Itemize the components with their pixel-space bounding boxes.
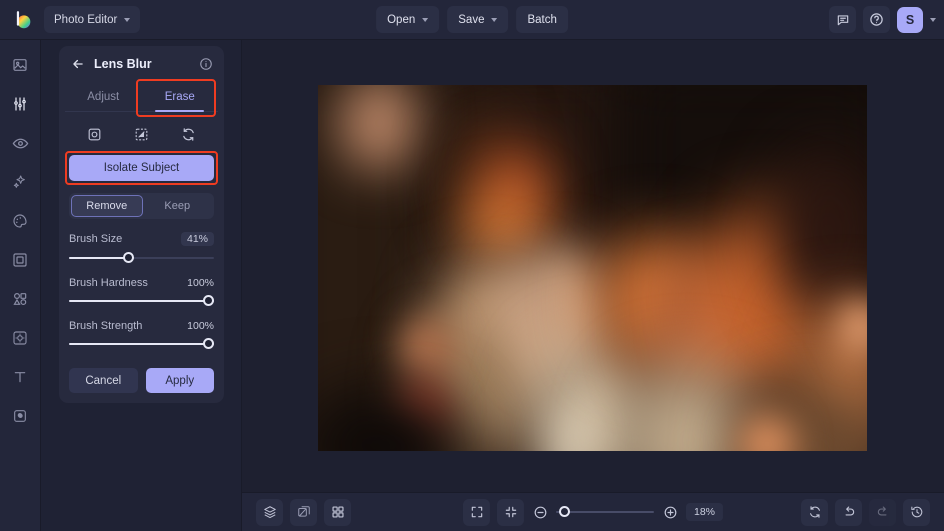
brush-hardness-track[interactable] — [69, 295, 214, 307]
brush-size-label: Brush Size — [69, 233, 123, 245]
sidebar-item-effects[interactable] — [6, 169, 34, 195]
slider-track-fill — [69, 300, 214, 302]
brush-hardness-slider: Brush Hardness 100% — [69, 277, 214, 307]
invert-mask-icon[interactable] — [130, 123, 154, 145]
chat-bubble-icon[interactable] — [829, 6, 856, 33]
layers-stack-icon[interactable] — [256, 498, 283, 526]
mode-keep-button[interactable]: Keep — [143, 195, 213, 217]
brush-size-handle[interactable] — [122, 252, 134, 263]
save-label: Save — [458, 13, 485, 26]
zoom-slider-handle[interactable] — [558, 506, 570, 517]
sidebar-item-retouch[interactable] — [6, 130, 34, 156]
slider-track-fill — [69, 257, 129, 259]
panel-header: Lens Blur — [59, 46, 224, 82]
tab-adjust[interactable]: Adjust — [65, 82, 142, 111]
panel-footer: Cancel Apply — [69, 368, 214, 393]
brush-strength-value: 100% — [187, 320, 214, 332]
reset-view-icon[interactable] — [801, 498, 828, 526]
zoom-slider[interactable] — [555, 505, 654, 519]
brush-size-track[interactable] — [69, 252, 214, 264]
canvas-stage[interactable] — [242, 40, 944, 492]
open-label: Open — [387, 13, 416, 26]
mode-selector[interactable]: Photo Editor — [44, 6, 141, 33]
zoom-controls: 18% — [462, 498, 724, 526]
brush-strength-slider: Brush Strength 100% — [69, 320, 214, 350]
top-header: Photo Editor Open Save Batch S — [0, 0, 944, 40]
bottom-right-tools — [801, 498, 930, 526]
sidebar-item-adjust[interactable] — [6, 91, 34, 117]
redo-icon[interactable] — [869, 498, 896, 526]
brush-hardness-value: 100% — [187, 277, 214, 289]
brush-strength-track[interactable] — [69, 338, 214, 350]
mask-tool-row — [59, 112, 224, 152]
batch-button[interactable]: Batch — [516, 6, 568, 33]
zoom-in-icon[interactable] — [661, 503, 679, 521]
undo-icon[interactable] — [835, 498, 862, 526]
chevron-down-icon — [124, 17, 131, 22]
erase-mode-toggle: Remove Keep — [69, 193, 214, 219]
image-preview[interactable] — [318, 85, 867, 451]
chevron-down-icon[interactable] — [930, 17, 936, 22]
compare-icon[interactable] — [290, 498, 317, 526]
zoom-out-icon[interactable] — [531, 503, 549, 521]
subject-mask-icon[interactable] — [83, 123, 107, 145]
left-sidebar — [0, 40, 41, 531]
mode-label: Photo Editor — [54, 13, 118, 26]
sidebar-item-text[interactable] — [6, 364, 34, 390]
header-right: S — [829, 6, 936, 33]
slider-track-fill — [69, 343, 214, 345]
chevron-down-icon — [422, 17, 429, 22]
fit-screen-icon[interactable] — [462, 498, 490, 526]
brush-strength-handle[interactable] — [203, 338, 214, 349]
grid-icon[interactable] — [324, 498, 351, 526]
back-arrow-icon[interactable] — [67, 53, 89, 75]
header-actions: Open Save Batch — [376, 6, 568, 33]
open-button[interactable]: Open — [376, 6, 440, 33]
page-title: Lens Blur — [94, 57, 152, 71]
tab-erase[interactable]: Erase — [142, 82, 219, 112]
sidebar-item-overlay[interactable] — [6, 325, 34, 351]
avatar-initial: S — [905, 12, 915, 27]
bottom-toolbar: 18% — [242, 492, 944, 531]
brush-size-slider: Brush Size 41% — [69, 232, 214, 264]
sidebar-item-color[interactable] — [6, 208, 34, 234]
collapse-icon[interactable] — [496, 498, 524, 526]
history-icon[interactable] — [903, 498, 930, 526]
info-circle-icon[interactable] — [196, 54, 216, 74]
sidebar-item-layers[interactable] — [6, 403, 34, 429]
bottom-left-tools — [256, 498, 351, 526]
chevron-down-icon — [491, 17, 498, 22]
sidebar-item-shapes[interactable] — [6, 286, 34, 312]
reset-icon[interactable] — [177, 123, 201, 145]
zoom-level-value[interactable]: 18% — [685, 503, 724, 521]
batch-label: Batch — [527, 13, 557, 26]
mode-remove-button[interactable]: Remove — [71, 195, 143, 217]
zoom-slider-track — [555, 511, 654, 513]
avatar[interactable]: S — [897, 6, 923, 33]
save-button[interactable]: Save — [447, 6, 509, 33]
brand-logo-icon[interactable] — [8, 5, 38, 35]
apply-button[interactable]: Apply — [145, 368, 214, 393]
brush-size-value: 41% — [180, 232, 214, 246]
lens-blur-panel: Lens Blur Adjust Erase Isolate Subject R… — [59, 46, 224, 403]
cancel-button[interactable]: Cancel — [69, 368, 138, 393]
brush-hardness-handle[interactable] — [203, 295, 214, 306]
brush-hardness-label: Brush Hardness — [69, 277, 148, 289]
brush-strength-label: Brush Strength — [69, 320, 143, 332]
help-circle-icon[interactable] — [863, 6, 890, 33]
sidebar-item-image[interactable] — [6, 52, 34, 78]
sidebar-item-frame[interactable] — [6, 247, 34, 273]
tool-panel-column: Lens Blur Adjust Erase Isolate Subject R… — [41, 40, 242, 531]
app-root: Photo Editor Open Save Batch S Lens Blur… — [0, 0, 944, 531]
isolate-subject-button[interactable]: Isolate Subject — [69, 155, 214, 181]
panel-tabs: Adjust Erase — [65, 79, 219, 117]
